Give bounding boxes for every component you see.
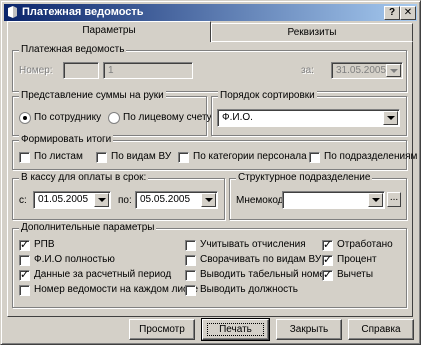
checkbox-deductions-label[interactable]: Вычеты (337, 269, 373, 280)
date-field[interactable]: 31.05.2005 (331, 62, 403, 79)
checkbox-by-vu-types[interactable] (96, 152, 107, 163)
title-bar[interactable]: Платежная ведомость ? ✕ (4, 4, 417, 21)
sort-order-dropdown-button[interactable] (383, 111, 398, 125)
checkbox-period-data[interactable] (19, 268, 30, 281)
date-value: 31.05.2005 (336, 65, 387, 76)
group-department-legend: Структурное подразделение (236, 172, 373, 183)
number-field[interactable]: 1 (103, 62, 193, 79)
checkbox-number-each-sheet-label[interactable]: Номер ведомости на каждом листе (34, 284, 198, 295)
checkbox-percent[interactable] (322, 253, 333, 266)
checkbox-collapse-vu-label[interactable]: Сворачивать по видам ВУ (200, 254, 321, 265)
focus-rect (207, 323, 264, 336)
checkbox-number-each-sheet[interactable] (19, 285, 30, 296)
close-title-button[interactable]: ✕ (400, 6, 416, 20)
app-icon (8, 6, 17, 18)
chevron-down-icon (205, 198, 213, 202)
to-date-field[interactable]: 05.05.2005 (135, 191, 218, 209)
window-title: Платежная ведомость (22, 6, 144, 18)
group-payment-period-legend: В кассу для оплаты в срок: (19, 172, 149, 183)
group-amount-view: Представление суммы на руки По сотрудник… (12, 90, 212, 136)
to-date-value: 05.05.2005 (140, 194, 191, 205)
group-amount-view-legend: Представление суммы на руки (19, 90, 166, 101)
checkbox-percent-label[interactable]: Процент (337, 254, 377, 265)
checkbox-worked[interactable] (322, 238, 333, 251)
help-title-button[interactable]: ? (384, 6, 400, 20)
checkbox-full-name-label[interactable]: Ф.И.О полностью (34, 254, 115, 265)
group-sort-order: Порядок сортировки Ф.И.О. (211, 90, 407, 136)
chevron-down-icon (387, 116, 395, 120)
checkbox-by-vu-types-label[interactable]: По видам ВУ (111, 151, 171, 162)
checkbox-collapse-vu[interactable] (185, 255, 196, 266)
checkbox-period-data-label[interactable]: Данные за расчетный период (34, 269, 171, 280)
from-date-dropdown-button[interactable] (94, 193, 109, 207)
number-label: Номер: (19, 65, 53, 76)
from-label: с: (19, 195, 27, 206)
group-extra-legend: Дополнительные параметры (19, 222, 157, 233)
sort-order-value: Ф.И.О. (222, 112, 253, 123)
preview-button[interactable]: Просмотр (129, 319, 195, 340)
checkbox-worked-label[interactable]: Отработано (337, 239, 393, 250)
checkbox-deductions[interactable] (322, 268, 333, 281)
date-dropdown-button[interactable] (386, 64, 401, 77)
help-button[interactable]: Справка (348, 319, 414, 340)
group-totals-legend: Формировать итоги (19, 134, 114, 145)
tab-control: Параметры Реквизиты Платежная ведомость … (7, 21, 417, 317)
sort-order-select[interactable]: Ф.И.О. (217, 109, 400, 127)
from-date-value: 01.05.2005 (38, 194, 89, 205)
chevron-down-icon (372, 198, 380, 202)
checkbox-by-sheets-label[interactable]: По листам (34, 151, 83, 162)
from-date-field[interactable]: 01.05.2005 (33, 191, 111, 209)
checkbox-by-staff-category-label[interactable]: По категории персонала (193, 151, 307, 162)
checkbox-rpv[interactable] (19, 238, 30, 251)
radio-by-employee-label[interactable]: По сотруднику (34, 112, 101, 123)
checkbox-by-sheets[interactable] (19, 152, 30, 163)
checkbox-position[interactable] (185, 285, 196, 296)
mnemo-select[interactable] (282, 191, 385, 209)
radio-by-account[interactable] (108, 112, 120, 124)
chevron-down-icon (390, 69, 398, 73)
mnemo-browse-button[interactable]: ... (387, 192, 401, 207)
group-totals: Формировать итоги По листам По видам ВУ … (12, 134, 417, 170)
checkbox-full-name[interactable] (19, 255, 30, 266)
checkbox-deductions-accounting[interactable] (185, 240, 196, 251)
print-button[interactable]: Печать (201, 318, 270, 341)
number-prefix-field[interactable] (63, 62, 99, 79)
radio-by-employee[interactable] (19, 112, 31, 124)
mnemo-dropdown-button[interactable] (368, 193, 383, 207)
checkbox-deductions-accounting-label[interactable]: Учитывать отчисления (200, 239, 306, 250)
checkbox-by-staff-category[interactable] (178, 152, 189, 163)
dialog-window: Платежная ведомость ? ✕ Параметры Реквиз… (0, 0, 421, 345)
checkbox-rpv-label[interactable]: РПВ (34, 239, 55, 250)
checkbox-tab-number-label[interactable]: Выводить табельный номер (200, 269, 330, 280)
mnemo-label: Мнемокод: (236, 195, 287, 206)
checkbox-position-label[interactable]: Выводить должность (200, 284, 298, 295)
group-statement-legend: Платежная ведомость (19, 44, 127, 55)
group-sort-order-legend: Порядок сортировки (218, 90, 317, 101)
tab-parameters[interactable]: Параметры (7, 21, 211, 42)
group-department: Структурное подразделение Мнемокод: ... (229, 172, 407, 220)
checkbox-tab-number[interactable] (185, 270, 196, 281)
to-label: по: (118, 195, 132, 206)
group-statement: Платежная ведомость Номер: 1 за: 31.05.2… (12, 44, 407, 92)
checkbox-by-departments[interactable] (309, 152, 320, 163)
checkbox-by-departments-label[interactable]: По подразделениям (324, 151, 417, 162)
tab-panel-parameters: Платежная ведомость Номер: 1 за: 31.05.2… (7, 41, 417, 317)
radio-by-account-label[interactable]: По лицевому счету (123, 112, 212, 123)
tab-requisites[interactable]: Реквизиты (211, 23, 413, 43)
group-payment-period: В кассу для оплаты в срок: с: 01.05.2005… (12, 172, 225, 220)
group-extra: Дополнительные параметры РПВ Ф.И.О полно… (12, 222, 407, 308)
close-button[interactable]: Закрыть (276, 319, 342, 340)
chevron-down-icon (98, 198, 106, 202)
to-date-dropdown-button[interactable] (201, 193, 216, 207)
date-label: за: (301, 65, 314, 76)
